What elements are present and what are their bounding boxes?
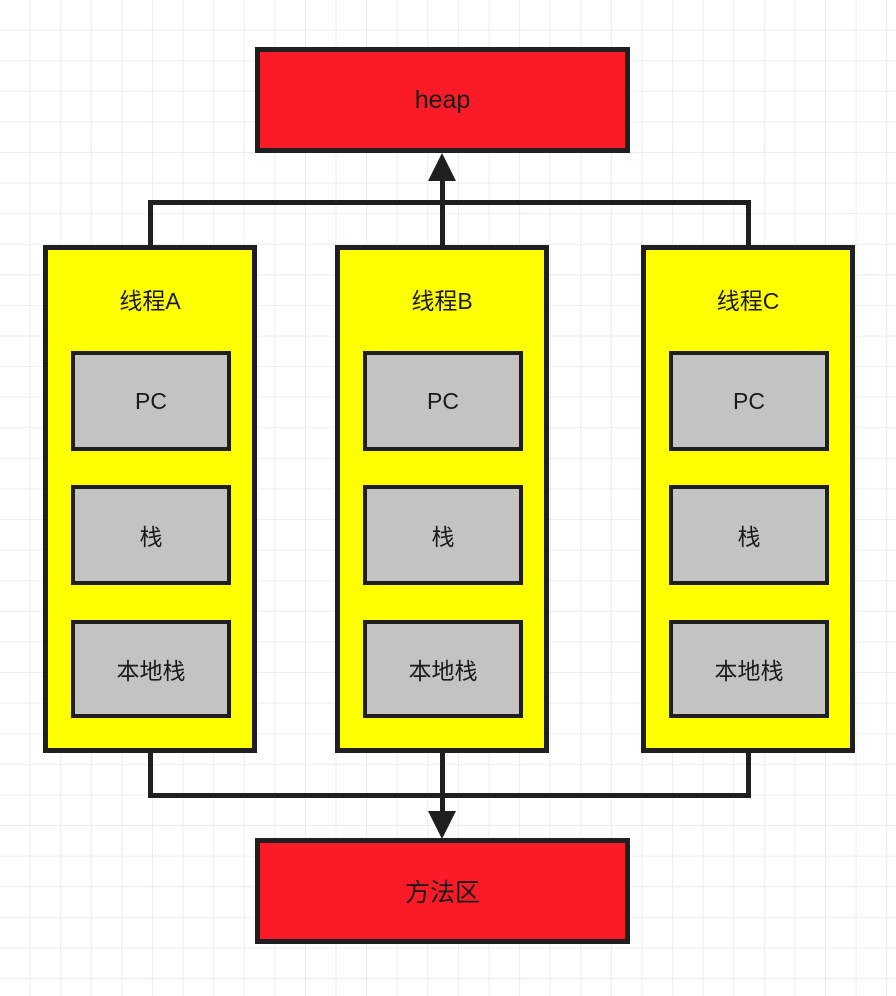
thread-b-native-stack-label: 本地栈 xyxy=(408,658,478,684)
heap-arrow-head-icon xyxy=(428,153,456,181)
thread-a-stack-label: 栈 xyxy=(139,524,163,550)
bottom-bus-horizontal xyxy=(148,793,751,798)
thread-c-stack-box[interactable]: 栈 xyxy=(669,485,829,585)
method-area-arrow-head-icon xyxy=(428,811,456,839)
heap-label: heap xyxy=(414,85,471,114)
thread-c-stack-label: 栈 xyxy=(737,524,761,550)
thread-a-pc-label: PC xyxy=(135,387,167,414)
bottom-bus-left-riser xyxy=(148,751,153,798)
method-area-label: 方法区 xyxy=(404,879,480,907)
bottom-bus-right-riser xyxy=(746,751,751,798)
thread-b-native-stack-box[interactable]: 本地栈 xyxy=(363,620,523,718)
diagram-canvas: heap 线程A PC 栈 本地栈 线程B PC 栈 本地栈 线程C PC 栈 … xyxy=(0,0,896,996)
thread-c-native-stack-box[interactable]: 本地栈 xyxy=(669,620,829,718)
method-area-box[interactable]: 方法区 xyxy=(255,838,630,944)
thread-a-native-stack-box[interactable]: 本地栈 xyxy=(71,620,231,718)
thread-a-pc-box[interactable]: PC xyxy=(71,351,231,451)
thread-box-c[interactable]: 线程C PC 栈 本地栈 xyxy=(641,245,855,753)
thread-b-pc-box[interactable]: PC xyxy=(363,351,523,451)
thread-c-native-stack-label: 本地栈 xyxy=(714,658,784,684)
thread-c-pc-box[interactable]: PC xyxy=(669,351,829,451)
thread-a-label: 线程A xyxy=(119,288,181,314)
top-bus-left-riser xyxy=(148,200,153,247)
thread-a-stack-box[interactable]: 栈 xyxy=(71,485,231,585)
thread-box-a[interactable]: 线程A PC 栈 本地栈 xyxy=(43,245,257,753)
thread-c-label: 线程C xyxy=(716,288,780,314)
thread-b-stack-box[interactable]: 栈 xyxy=(363,485,523,585)
thread-b-stack-label: 栈 xyxy=(431,524,455,550)
thread-a-native-stack-label: 本地栈 xyxy=(116,658,186,684)
thread-c-pc-label: PC xyxy=(733,387,765,414)
thread-b-label: 线程B xyxy=(411,288,473,314)
thread-b-pc-label: PC xyxy=(427,387,459,414)
heap-arrow-shaft xyxy=(440,175,445,247)
top-bus-right-riser xyxy=(746,200,751,247)
top-bus-horizontal xyxy=(148,200,751,205)
heap-box[interactable]: heap xyxy=(255,47,630,153)
method-area-arrow-shaft xyxy=(440,751,445,815)
thread-box-b[interactable]: 线程B PC 栈 本地栈 xyxy=(335,245,549,753)
